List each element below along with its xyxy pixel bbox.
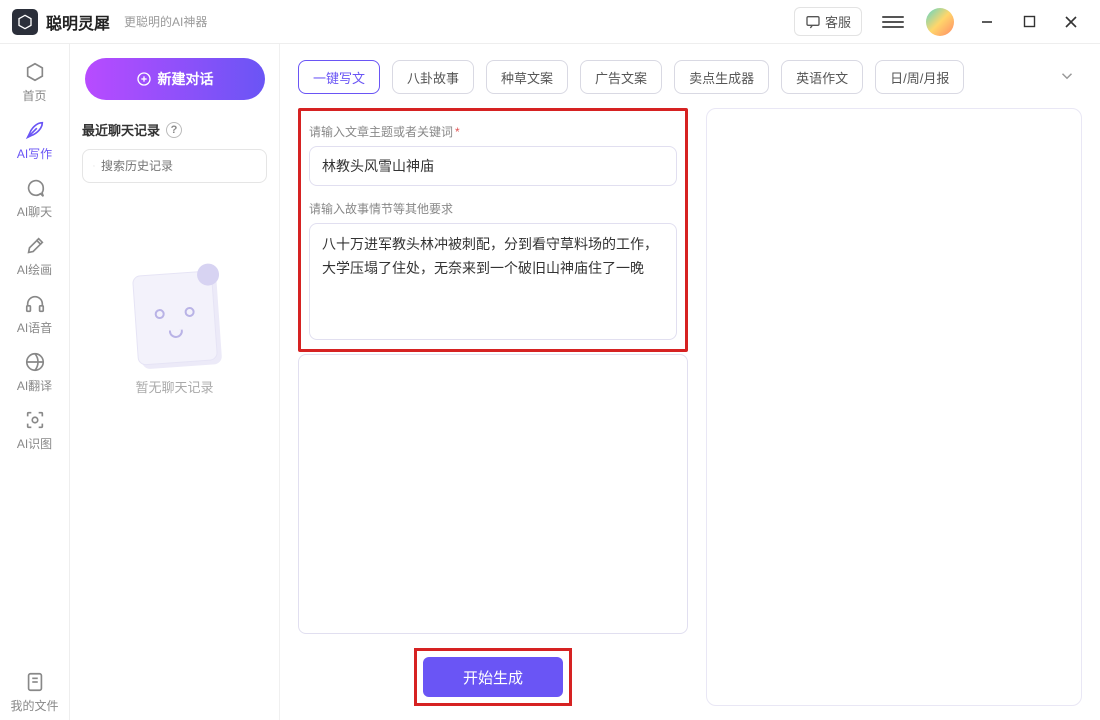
tab-english[interactable]: 英语作文 [781,60,863,94]
recent-header: 最近聊天记录 ? [82,120,267,139]
maximize-button[interactable] [1012,8,1046,36]
file-icon [24,671,46,693]
chevron-down-icon [1058,67,1076,85]
app-logo-icon [12,9,38,35]
nav-translate[interactable]: AI翻译 [5,344,65,400]
chat-icon [805,14,821,30]
menu-button[interactable] [882,11,904,33]
new-chat-button[interactable]: 新建对话 [85,58,265,100]
support-button[interactable]: 客服 [794,7,862,36]
nav-label: AI语音 [17,319,52,336]
close-button[interactable] [1054,8,1088,36]
recent-title: 最近聊天记录 [82,120,160,139]
nav-vision[interactable]: AI识图 [5,402,65,458]
help-icon[interactable]: ? [166,122,182,138]
user-avatar[interactable] [926,8,954,36]
nav-label: AI写作 [17,145,52,162]
history-search-input[interactable] [101,159,256,173]
title-bar: 聪明灵犀 更聪明的AI神器 客服 [0,0,1100,44]
highlight-generate: 开始生成 [414,648,572,706]
scan-icon [24,409,46,431]
nav-label: 首页 [22,87,46,104]
template-tabs: 一键写文 八卦故事 种草文案 广告文案 卖点生成器 英语作文 日/周/月报 [298,60,1082,94]
nav-write[interactable]: AI写作 [5,112,65,168]
hex-icon [24,61,46,83]
detail-label: 请输入故事情节等其他要求 [309,200,677,217]
tab-grass[interactable]: 种草文案 [486,60,568,94]
detail-textarea-body[interactable] [298,354,688,634]
new-chat-label: 新建对话 [158,69,214,89]
tab-gossip[interactable]: 八卦故事 [392,60,474,94]
nav-chat[interactable]: AI聊天 [5,170,65,226]
nav-files[interactable]: 我的文件 [5,664,65,720]
support-label: 客服 [825,12,851,31]
topic-input[interactable] [309,146,677,186]
highlight-inputs: 请输入文章主题或者关键词* 请输入故事情节等其他要求 [298,108,688,352]
feather-icon [24,119,46,141]
tab-report[interactable]: 日/周/月报 [875,60,964,94]
side-nav: 首页 AI写作 AI聊天 AI绘画 AI语音 AI翻译 AI识图 我 [0,44,70,720]
input-form: 请输入文章主题或者关键词* 请输入故事情节等其他要求 开始生成 [298,108,688,706]
nav-label: AI翻译 [17,377,52,394]
output-panel [706,108,1082,706]
tab-selling[interactable]: 卖点生成器 [674,60,769,94]
main-content: 一键写文 八卦故事 种草文案 广告文案 卖点生成器 英语作文 日/周/月报 请输… [280,44,1100,720]
chat-history-panel: 新建对话 最近聊天记录 ? 暂无聊天记录 [70,44,280,720]
nav-draw[interactable]: AI绘画 [5,228,65,284]
minimize-button[interactable] [970,8,1004,36]
translate-icon [24,351,46,373]
tab-one-click[interactable]: 一键写文 [298,60,380,94]
detail-textarea-top[interactable] [309,223,677,340]
topic-label: 请输入文章主题或者关键词* [309,123,677,140]
tab-ad[interactable]: 广告文案 [580,60,662,94]
generate-button[interactable]: 开始生成 [423,657,563,697]
chat-bubble-icon [24,177,46,199]
tabs-expand[interactable] [1052,61,1082,94]
app-title: 聪明灵犀 [46,10,110,34]
nav-label: AI聊天 [17,203,52,220]
nav-label: 我的文件 [10,697,58,714]
empty-text: 暂无聊天记录 [135,377,213,396]
brush-icon [24,235,46,257]
nav-label: AI绘画 [17,261,52,278]
search-icon [93,159,95,173]
plus-circle-icon [136,71,152,87]
nav-label: AI识图 [17,435,52,452]
empty-history: 暂无聊天记录 [135,273,215,396]
app-subtitle: 更聪明的AI神器 [124,13,207,30]
headphones-icon [24,293,46,315]
empty-illustration-icon [131,270,217,365]
nav-voice[interactable]: AI语音 [5,286,65,342]
nav-home[interactable]: 首页 [5,54,65,110]
history-search[interactable] [82,149,267,183]
